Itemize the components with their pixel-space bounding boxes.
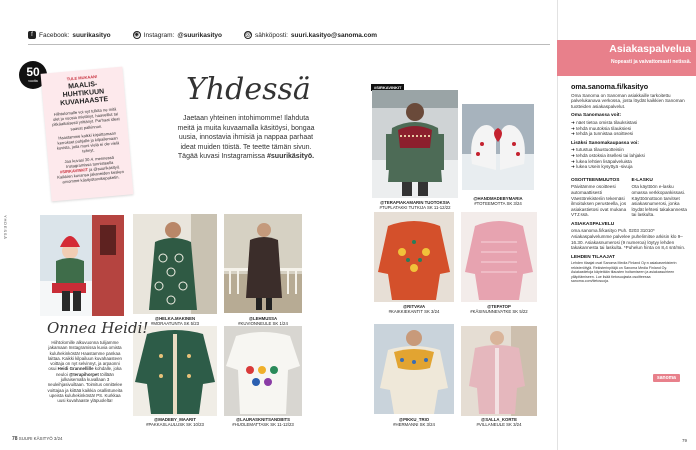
note-paragraph-3: Jaa kuvasi 30.4. mennessä Instagramissa … [56, 154, 125, 185]
winner-name: Heidi Grannellille [57, 366, 94, 372]
facebook-handle: suurikasityo [72, 31, 111, 39]
email-contact: @ sähköposti: suuri.kasityo@sanoma.com [244, 31, 377, 39]
info-columns: OSOITTEENMUUTOS Päivitämme osoitteesi au… [571, 174, 688, 218]
customer-service-header: Asiakaspalvelua Nopeasti ja vaivattomast… [557, 40, 696, 76]
photo-pattern-dress [133, 214, 217, 314]
caption-5: @RITVAVA #KAIKKIEKANTIT SK 3/24 [388, 304, 440, 315]
subscribers-text: Lehden tilaajat ovat Sanoma Media Finlan… [571, 261, 677, 284]
photo-green-sweater [372, 90, 458, 198]
page-number: 78 [12, 436, 18, 442]
note-title: MAALIS-HUHTIKUUN KUVAHAASTE [59, 80, 109, 108]
note-paragraph-1: Hiihtolomalle voi nyt tulkita ne mitä ol… [52, 106, 120, 132]
right-page-number: 79 [682, 438, 688, 443]
subscribers-heading: LEHDEN TILAAJAT [571, 254, 615, 260]
top-divider [28, 44, 550, 45]
customer-service-subtitle: Nopeasti ja vaivattomasti netissä. [610, 59, 691, 65]
facebook-icon: f [28, 31, 36, 39]
email-label: sähköposti: [255, 31, 288, 39]
oma-list: näet tietoa omista tilauksistasi tehdä m… [571, 120, 688, 137]
customer-service-body: oma.sanoma.fi/kasityo Oma Sanoma on Sano… [571, 83, 688, 284]
intro-hashtag: #suurikäsityö. [267, 153, 315, 161]
contact-bar: f Facebook: suurikasityo ◉ Instagram: @s… [28, 31, 377, 39]
photo-orange-sweater [374, 212, 454, 302]
caption-9: @PIKKU_TRIO #HERMANNI SK 3/24 [393, 417, 435, 428]
photo-mittens [462, 104, 534, 190]
einvoice-heading: E-LASKU [631, 177, 653, 183]
einvoice-text: Ota käyttöön e-lasku omassa verkkopankis… [631, 184, 687, 218]
instagram-label: Instagram: [143, 31, 175, 39]
facebook-contact: f Facebook: suurikasityo [28, 31, 111, 39]
caption-2: @HANDMADEBYMARIA #TOTEEMOTTA SK 3/24 [473, 196, 523, 207]
address-text: Päivitämme osoitteesi automaattisesti Vä… [571, 184, 627, 218]
intro-text: Jaetaan yhteinen intohimomme! Ilahduta m… [177, 115, 315, 161]
photo-pink-sweater [461, 212, 537, 302]
facebook-label: Facebook: [39, 31, 70, 39]
caption-6: @TEPATOP #KÄSINUNNEVATKE SK 5/22 [470, 304, 528, 315]
photo-yoke-sweater [374, 324, 454, 414]
at-icon: @ [244, 31, 253, 39]
section-label: YHDESSÄ [3, 215, 8, 240]
instagram-contact: ◉ Instagram: @suurikasityo [132, 31, 223, 39]
caption-10: @SALLA_KORTE #VILLANEULE SK 3/24 [476, 417, 522, 428]
lisa-list: tutustua tilaustuotteisiin tehdä ostoksi… [571, 147, 688, 169]
address-heading: OSOITTEENMUUTOS [571, 177, 620, 183]
asiakaspalvelu-text: oma.sanoma.fi/kasityo Puh. 0203 31010* A… [571, 228, 686, 251]
winner-handle: @terapihorpet [68, 371, 99, 377]
photo-pink-cardigan [461, 326, 537, 416]
caption-7: @MADEBY_MAARIT #PAKKASLAULUSK SK 10/23 [146, 417, 204, 428]
photo-green-cardigan [133, 326, 217, 416]
congrats-text: Hiihtolomille alkuvuonna tulijamme jakam… [47, 340, 123, 404]
customer-service-title: Asiakaspalvelua [609, 43, 691, 55]
photo-porch [224, 214, 302, 313]
email-address: suuri.kasityo@sanoma.com [290, 31, 378, 39]
service-url[interactable]: oma.sanoma.fi/kasityo [571, 83, 688, 90]
page-footer: 78 SUURI KÄSITYÖ 3/24 [12, 436, 62, 442]
oma-item: tehdä ja tunnistaa osoitteesi [571, 131, 688, 137]
magazine-issue: SUURI KÄSITYÖ 3/24 [18, 436, 63, 441]
sanoma-logo: sanoma [653, 374, 680, 382]
photo-winner-child [40, 215, 124, 316]
challenge-note: TULE MUKAAN! MAALIS-HUHTIKUUN KUVAHAASTE… [40, 66, 134, 202]
caption-8: @LAURASKNITSANDBITS #HUOLEMATTASK SK 11-1… [232, 417, 294, 428]
instagram-handle: @suurikasityo [177, 31, 223, 39]
service-intro: Oma Sanoma on Sanoman asiakkaille tarkoi… [571, 92, 685, 109]
note-paragraph-2: Haastamme kaikki kirjoittamaan kerrokset… [56, 130, 120, 154]
photo-dots-shirt [224, 326, 302, 416]
congrats-title: Onnea Heidi! [47, 319, 149, 337]
oma-heading: Oma Sanomassa voit: [571, 113, 622, 119]
caption-4: @LEHMUSSA #KUVIONNEULE SK 1/24 [238, 316, 288, 327]
lisa-heading: Lisäksi Sanomakaupassa voi: [571, 140, 639, 146]
badge-number: 50 [26, 65, 40, 79]
page-title: Yhdessä [186, 72, 311, 107]
lisa-item: lukea Usein kysyttyä -sivuja [571, 164, 688, 170]
instagram-icon: ◉ [132, 31, 141, 39]
caption-1: @TERAPIAKAMARIN TUOTOKSIA #TUPLATAKKI TUT… [379, 200, 451, 211]
asiakaspalvelu-heading: ASIAKASPALVELU [571, 221, 615, 227]
